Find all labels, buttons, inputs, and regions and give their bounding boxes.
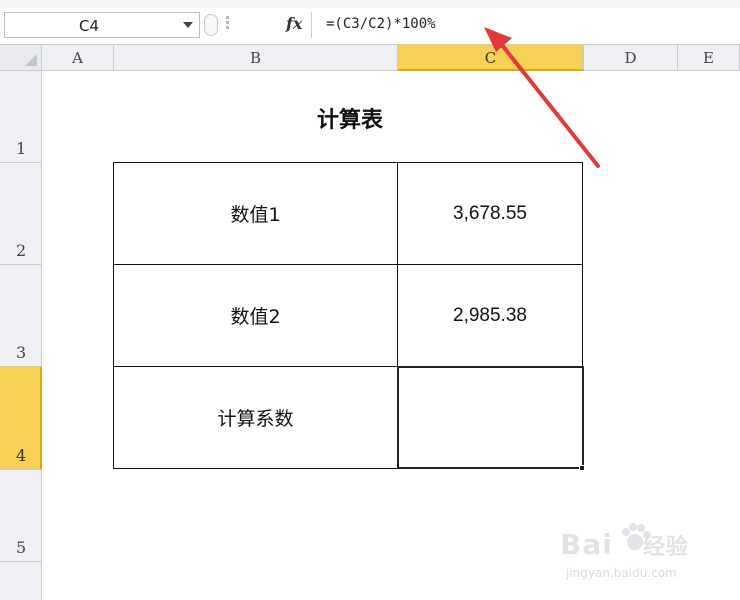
cell-c3[interactable]: 2,985.38 bbox=[398, 265, 582, 366]
sheet-title[interactable]: 计算表 bbox=[210, 102, 490, 134]
watermark-url: jingyan.baidu.com bbox=[566, 566, 677, 580]
column-header-d[interactable]: D bbox=[584, 45, 678, 71]
chevron-down-icon[interactable] bbox=[183, 22, 193, 28]
grip-icon[interactable] bbox=[226, 16, 230, 34]
paw-icon bbox=[622, 523, 651, 550]
row-header-3[interactable]: 3 bbox=[0, 265, 42, 367]
row-header-label: 2 bbox=[16, 241, 27, 260]
row-header-label: 1 bbox=[16, 139, 27, 158]
column-header-c[interactable]: C bbox=[398, 45, 584, 71]
cell-b2[interactable]: 数值1 bbox=[114, 163, 397, 264]
row-header-label: 4 bbox=[16, 446, 27, 465]
formula-text: =(C3/C2)*100% bbox=[326, 16, 436, 32]
watermark: Bai 经验 jingyan.baidu.com bbox=[560, 520, 730, 590]
column-header-a[interactable]: A bbox=[42, 45, 114, 71]
row-header-1[interactable]: 1 bbox=[0, 71, 42, 163]
active-cell-outline bbox=[397, 366, 584, 469]
row-header-5[interactable]: 5 bbox=[0, 470, 42, 562]
column-header-b[interactable]: B bbox=[114, 45, 398, 71]
formula-bar-splitter[interactable] bbox=[204, 14, 218, 36]
select-all-icon bbox=[25, 54, 37, 66]
insert-function-icon[interactable]: fx bbox=[286, 14, 302, 33]
row-header-label: 5 bbox=[16, 538, 27, 557]
formula-bar: C4 fx =(C3/C2)*100% bbox=[0, 8, 740, 45]
column-header-e[interactable]: E bbox=[678, 45, 740, 71]
row-header-4[interactable]: 4 bbox=[0, 367, 42, 470]
fill-handle[interactable] bbox=[579, 465, 585, 471]
row-header-6[interactable] bbox=[0, 562, 42, 600]
name-box[interactable]: C4 bbox=[4, 12, 200, 38]
name-box-value: C4 bbox=[79, 17, 100, 35]
cell-b4[interactable]: 计算系数 bbox=[114, 367, 397, 468]
row-header-label: 3 bbox=[16, 343, 27, 362]
formula-input[interactable]: =(C3/C2)*100% bbox=[311, 12, 740, 38]
cell-b3[interactable]: 数值2 bbox=[114, 265, 397, 366]
select-all-button[interactable] bbox=[0, 45, 42, 71]
cell-c2[interactable]: 3,678.55 bbox=[398, 163, 582, 264]
row-header-2[interactable]: 2 bbox=[0, 163, 42, 265]
